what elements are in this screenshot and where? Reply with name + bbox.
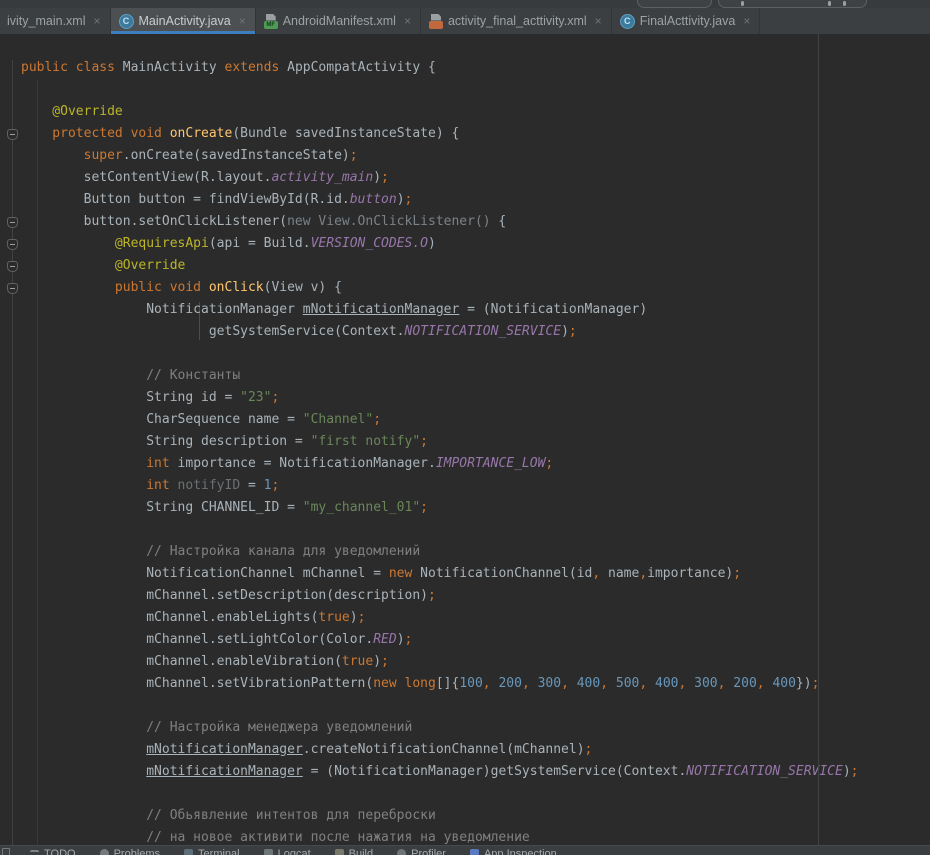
tool-window-buttons: TODO Problems Terminal Logcat Build Profiler A… [0, 847, 930, 855]
code-line: public class MainActivity extends AppCom… [0, 57, 930, 79]
main-toolbar [0, 0, 930, 8]
code-line: public void onClick(View v) { [0, 277, 930, 299]
code-line [0, 79, 930, 101]
code-line: setContentView(R.layout.activity_main); [0, 167, 930, 189]
code-area[interactable]: public class MainActivity extends AppCom… [0, 57, 930, 849]
tool-window-label: Logcat [278, 847, 311, 855]
code-line: mChannel.enableLights(true); [0, 607, 930, 629]
code-line [0, 519, 930, 541]
tool-window-bar: TODO Problems Terminal Logcat Build Profiler A… [0, 845, 930, 855]
code-line: protected void onCreate(Bundle savedInst… [0, 123, 930, 145]
tool-window-label: Profiler [411, 847, 446, 855]
code-line: mChannel.setLightColor(Color.RED); [0, 629, 930, 651]
tab-label: AndroidManifest.xml [283, 14, 396, 28]
fold-marker-icon[interactable] [7, 217, 18, 228]
toolbar-dot [828, 1, 831, 6]
code-line: mChannel.setDescription(description); [0, 585, 930, 607]
tool-window-button-terminal[interactable]: Terminal [184, 847, 240, 855]
profiler-icon [397, 849, 406, 855]
tab-activity-final-acttivity-xml[interactable]: activity_final_acttivity.xml × [421, 8, 612, 34]
tool-window-label: Terminal [198, 847, 240, 855]
code-line [0, 783, 930, 805]
java-class-icon: C [620, 14, 635, 29]
app-inspection-icon [470, 849, 479, 855]
code-line: @RequiresApi(api = Build.VERSION_CODES.O… [0, 233, 930, 255]
code-line: mNotificationManager.createNotificationC… [0, 739, 930, 761]
logcat-icon [264, 849, 273, 855]
code-editor[interactable]: public class MainActivity extends AppCom… [0, 34, 930, 855]
code-line: NotificationChannel mChannel = new Notif… [0, 563, 930, 585]
tab-label: ivity_main.xml [7, 14, 86, 28]
code-line: String description = "first notify"; [0, 431, 930, 453]
tool-window-label: App Inspection [484, 847, 557, 855]
code-line: mChannel.setVibrationPattern(new long[]{… [0, 673, 930, 695]
code-line [0, 343, 930, 365]
android-studio-window: ivity_main.xml × C MainActivity.java × MF Andr… [0, 0, 930, 855]
java-class-icon: C [119, 14, 134, 29]
toolbar-dot [843, 1, 846, 6]
code-line: mChannel.enableVibration(true); [0, 651, 930, 673]
code-line: mNotificationManager = (NotificationMana… [0, 761, 930, 783]
toolbar-dot [741, 1, 744, 6]
tab-label: FinalActtivity.java [640, 14, 736, 28]
tool-window-corner-icon[interactable] [2, 848, 10, 855]
fold-marker-icon[interactable] [7, 283, 18, 294]
close-icon[interactable]: × [239, 15, 246, 27]
code-line: Button button = findViewById(R.id.button… [0, 189, 930, 211]
tab-androidmanifest-xml[interactable]: MF AndroidManifest.xml × [256, 8, 421, 34]
code-line: String id = "23"; [0, 387, 930, 409]
code-line: @Override [0, 101, 930, 123]
right-margin-guide [818, 34, 819, 855]
fold-marker-icon[interactable] [7, 239, 18, 250]
code-line: String CHANNEL_ID = "my_channel_01"; [0, 497, 930, 519]
manifest-file-icon: MF [264, 14, 278, 29]
layout-file-icon [429, 14, 443, 29]
fold-marker-icon[interactable] [7, 129, 18, 140]
code-line: CharSequence name = "Channel"; [0, 409, 930, 431]
code-line: // Константы [0, 365, 930, 387]
close-icon[interactable]: × [404, 15, 411, 27]
device-status-dot [724, 1, 729, 6]
run-status-dot [648, 1, 653, 6]
editor-tab-bar: ivity_main.xml × C MainActivity.java × MF Andr… [0, 8, 930, 34]
close-icon[interactable]: × [94, 15, 101, 27]
terminal-icon [184, 849, 193, 855]
code-line: super.onCreate(savedInstanceState); [0, 145, 930, 167]
build-icon [335, 849, 344, 855]
code-line: @Override [0, 255, 930, 277]
close-icon[interactable]: × [595, 15, 602, 27]
code-line: // Обьявление интентов для переброски [0, 805, 930, 827]
fold-marker-icon[interactable] [7, 261, 18, 272]
code-line: button.setOnClickListener(new View.OnCli… [0, 211, 930, 233]
tab-activity-main-xml[interactable]: ivity_main.xml × [0, 8, 111, 34]
code-line: // Настройка менеджера уведомлений [0, 717, 930, 739]
tool-window-button-build[interactable]: Build [335, 847, 373, 855]
tool-window-button-app-inspection[interactable]: App Inspection [470, 847, 557, 855]
tab-finalacttivity-java[interactable]: C FinalActtivity.java × [612, 8, 761, 34]
tool-window-button-problems[interactable]: Problems [100, 847, 160, 855]
tab-label: activity_final_acttivity.xml [448, 14, 587, 28]
tab-mainactivity-java[interactable]: C MainActivity.java × [111, 8, 256, 34]
tool-window-label: Problems [114, 847, 160, 855]
close-icon[interactable]: × [743, 15, 750, 27]
todo-icon [30, 850, 39, 855]
tool-window-button-todo[interactable]: TODO [30, 847, 76, 855]
tool-window-button-profiler[interactable]: Profiler [397, 847, 446, 855]
code-line: // Настройка канала для уведомлений [0, 541, 930, 563]
tool-window-label: TODO [44, 847, 76, 855]
tab-label: MainActivity.java [139, 14, 231, 28]
tool-window-label: Build [349, 847, 373, 855]
problems-icon [100, 849, 109, 855]
code-line: NotificationManager mNotificationManager… [0, 299, 930, 321]
code-line: int importance = NotificationManager.IMP… [0, 453, 930, 475]
tool-window-button-logcat[interactable]: Logcat [264, 847, 311, 855]
code-line: int notifyID = 1; [0, 475, 930, 497]
code-line: getSystemService(Context.NOTIFICATION_SE… [0, 321, 930, 343]
code-line [0, 695, 930, 717]
